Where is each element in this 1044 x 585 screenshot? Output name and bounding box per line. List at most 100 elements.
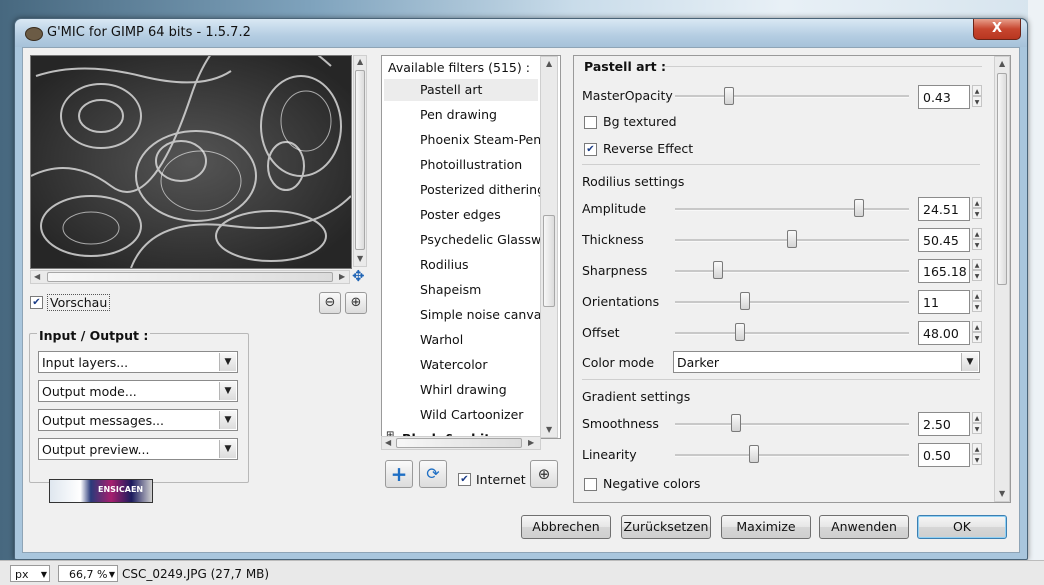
sharpness-slider-thumb[interactable] [713, 261, 724, 279]
smoothness-slider-thumb[interactable] [731, 414, 741, 432]
filter-settings-panel: Pastell art : MasterOpacity 0.43 ▲ ▼ Bg t… [573, 55, 1011, 503]
master-opacity-slider[interactable] [675, 95, 909, 98]
rodilius-heading: Rodilius settings [582, 174, 685, 189]
amplitude-label: Amplitude [582, 201, 647, 216]
output-preview-combo[interactable]: Output preview... ▼ [38, 438, 238, 460]
master-opacity-spin-buttons[interactable]: ▲ ▼ [972, 85, 982, 109]
preview-checkbox-label: Vorschau [47, 294, 111, 311]
chevron-down-icon: ▼ [961, 353, 978, 371]
filter-item[interactable]: Watercolor [420, 357, 487, 372]
offset-slider[interactable] [675, 332, 909, 335]
add-filter-button[interactable]: + [385, 460, 413, 488]
filter-list-horizontal-scrollbar[interactable]: ◀ ▶ [381, 436, 541, 450]
color-mode-combo[interactable]: Darker ▼ [673, 351, 980, 373]
filter-list-vertical-scrollbar[interactable]: ▲ ▼ [540, 56, 558, 438]
ok-button[interactable]: OK [917, 515, 1007, 539]
thickness-slider-thumb[interactable] [787, 230, 797, 248]
amplitude-spin-buttons[interactable]: ▲ ▼ [972, 197, 982, 221]
chevron-down-icon: ▼ [219, 382, 236, 400]
orientations-spinbox[interactable]: 11 [918, 290, 970, 314]
bg-textured-checkbox[interactable] [584, 116, 597, 129]
unit-select[interactable]: px ▼ [10, 565, 50, 582]
negative-colors-checkbox[interactable] [584, 478, 597, 491]
output-messages-combo[interactable]: Output messages... ▼ [38, 409, 238, 431]
bg-textured-label: Bg textured [603, 114, 677, 129]
smoothness-label: Smoothness [582, 416, 659, 431]
orientations-slider-thumb[interactable] [739, 292, 750, 310]
filter-item[interactable]: Rodilius [420, 257, 469, 272]
master-opacity-slider-thumb[interactable] [724, 87, 735, 105]
sharpness-slider[interactable] [675, 270, 909, 273]
sharpness-spinbox[interactable]: 165.18 [918, 259, 970, 283]
offset-slider-thumb[interactable] [735, 323, 746, 341]
internet-label: Internet [476, 472, 526, 487]
color-mode-label: Color mode [582, 355, 655, 370]
file-info: CSC_0249.JPG (27,7 MB) [122, 567, 270, 581]
amplitude-slider[interactable] [675, 208, 909, 211]
input-layers-combo[interactable]: Input layers... ▼ [38, 351, 238, 373]
offset-label: Offset [582, 325, 620, 340]
filter-item[interactable]: Psychedelic Glasswo [420, 232, 549, 247]
negative-colors-label: Negative colors [603, 476, 701, 491]
filter-item[interactable]: Warhol [420, 332, 463, 347]
preview-horizontal-scrollbar[interactable]: ◀ ▶ [30, 270, 350, 284]
master-opacity-spinbox[interactable]: 0.43 [918, 85, 970, 109]
preview-checkbox[interactable]: ✔ [30, 296, 43, 309]
filter-item[interactable]: Posterized dithering [420, 182, 545, 197]
status-bar: px ▼ 66,7 % ▼ CSC_0249.JPG (27,7 MB) [0, 560, 1044, 585]
linearity-slider[interactable] [675, 454, 909, 457]
linearity-label: Linearity [582, 447, 637, 462]
ensicaen-logo[interactable]: ENSICAEN [49, 479, 153, 503]
move-icon[interactable]: ✥ [352, 267, 365, 285]
maximize-button[interactable]: Maximize [721, 515, 811, 539]
search-button[interactable]: ⊕ [530, 460, 558, 488]
sharpness-label: Sharpness [582, 263, 648, 278]
zoom-select[interactable]: 66,7 % ▼ [58, 565, 118, 582]
thickness-spin-buttons[interactable]: ▲ ▼ [972, 228, 982, 252]
close-button[interactable]: X [973, 19, 1021, 40]
settings-vertical-scrollbar[interactable]: ▲ ▼ [994, 56, 1010, 502]
filter-item[interactable]: Poster edges [420, 207, 501, 222]
offset-spin-buttons[interactable]: ▲ ▼ [972, 321, 982, 345]
zoom-in-button[interactable]: ⊕ [345, 292, 367, 314]
chevron-down-icon: ▼ [219, 353, 236, 371]
filter-item[interactable]: Whirl drawing [420, 382, 507, 397]
reset-button[interactable]: Zurücksetzen [621, 515, 711, 539]
linearity-slider-thumb[interactable] [748, 445, 759, 463]
smoothness-spinbox[interactable]: 2.50 [918, 412, 970, 436]
preview-image[interactable] [30, 55, 352, 269]
thickness-spinbox[interactable]: 50.45 [918, 228, 970, 252]
chevron-down-icon: ▼ [40, 570, 47, 579]
window-title: G'MIC for GIMP 64 bits - 1.5.7.2 [47, 25, 251, 40]
refresh-button[interactable]: ⟳ [419, 460, 447, 488]
smoothness-slider[interactable] [675, 423, 909, 426]
filter-item[interactable]: Photoillustration [420, 157, 522, 172]
internet-checkbox[interactable]: ✔ [458, 473, 471, 486]
filter-tree[interactable]: Available filters (515) : Pastell art Pe… [381, 55, 561, 439]
gradient-heading: Gradient settings [582, 389, 691, 404]
zoom-out-button[interactable]: ⊖ [319, 292, 341, 314]
filter-item[interactable]: Phoenix Steam-Penci [420, 132, 552, 147]
cancel-button[interactable]: Abbrechen [521, 515, 611, 539]
reverse-effect-checkbox[interactable]: ✔ [584, 143, 597, 156]
apply-button[interactable]: Anwenden [819, 515, 909, 539]
filter-item[interactable]: Pen drawing [420, 107, 497, 122]
preview-vertical-scrollbar[interactable]: ▲ ▼ [353, 55, 367, 267]
chevron-down-icon: ▼ [219, 440, 236, 458]
amplitude-spinbox[interactable]: 24.51 [918, 197, 970, 221]
filter-item[interactable]: Wild Cartoonizer [420, 407, 523, 422]
filter-item[interactable]: Simple noise canvas [420, 307, 548, 322]
filter-item[interactable]: Shapeism [420, 282, 481, 297]
sharpness-spin-buttons[interactable]: ▲ ▼ [972, 259, 982, 283]
output-mode-combo[interactable]: Output mode... ▼ [38, 380, 238, 402]
amplitude-slider-thumb[interactable] [854, 199, 865, 217]
orientations-slider[interactable] [675, 301, 909, 304]
smoothness-spin-buttons[interactable]: ▲ ▼ [972, 412, 982, 436]
offset-spinbox[interactable]: 48.00 [918, 321, 970, 345]
filter-item[interactable]: Pastell art [420, 82, 482, 97]
title-bar[interactable]: G'MIC for GIMP 64 bits - 1.5.7.2 X [15, 19, 1027, 47]
linearity-spinbox[interactable]: 0.50 [918, 443, 970, 467]
orientations-spin-buttons[interactable]: ▲ ▼ [972, 290, 982, 314]
orientations-label: Orientations [582, 294, 660, 309]
linearity-spin-buttons[interactable]: ▲ ▼ [972, 443, 982, 467]
